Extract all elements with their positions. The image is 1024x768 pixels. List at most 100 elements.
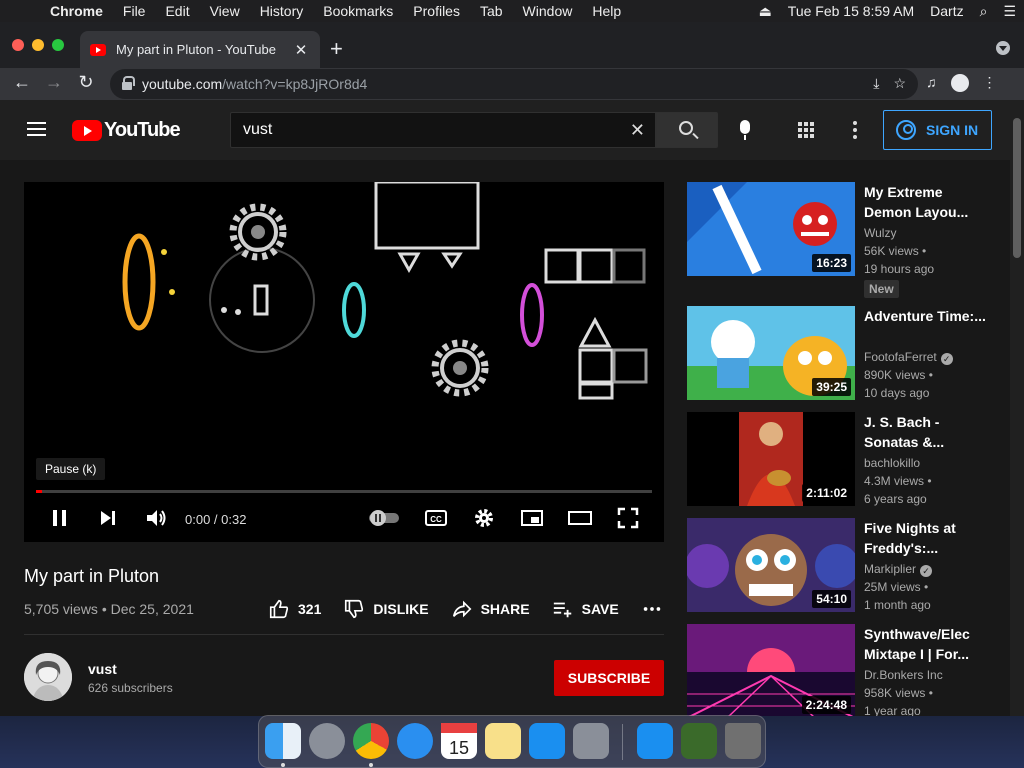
profile-avatar-icon[interactable] [950, 74, 969, 92]
search-input[interactable] [243, 121, 613, 139]
rec-title[interactable]: Adventure Time:... [864, 306, 988, 326]
dislike-button[interactable]: DISLIKE [343, 598, 429, 620]
rec-channel[interactable]: Wulzy [864, 226, 896, 240]
rec-duration: 54:10 [812, 590, 851, 608]
finder-icon[interactable] [265, 723, 301, 759]
theater-mode-icon[interactable] [568, 506, 592, 530]
rec-duration: 2:11:02 [802, 484, 851, 502]
forward-arrow-icon[interactable]: → [42, 72, 66, 93]
share-label: SHARE [480, 601, 530, 617]
rec-views: 958K views • [864, 686, 933, 700]
tab-search-chevron-icon[interactable] [996, 41, 1010, 55]
rec-channel[interactable]: bachlokillo [864, 456, 920, 470]
youtube-logo[interactable]: YouTube [72, 119, 181, 142]
app-store-folder-icon[interactable] [637, 723, 673, 759]
channel-avatar[interactable] [24, 653, 72, 701]
page-scrollbar[interactable] [1010, 100, 1024, 716]
calendar-icon[interactable]: 15 [441, 723, 477, 759]
recommendation-item[interactable]: 2:11:02 J. S. Bach - Sonatas &... bachlo… [687, 412, 997, 508]
eject-icon[interactable]: ⏏ [751, 3, 780, 20]
tab-close-icon[interactable]: ✕ [292, 41, 310, 59]
scrollbar-thumb[interactable] [1013, 118, 1021, 258]
chrome-menu-icon[interactable]: ⋮ [983, 74, 997, 92]
window-zoom-icon[interactable] [52, 39, 64, 51]
menu-edit[interactable]: Edit [155, 3, 199, 19]
rec-thumbnail[interactable]: 2:24:48 [687, 624, 855, 716]
browser-tab-active[interactable]: My part in Pluton - YouTube ✕ [80, 31, 320, 68]
rec-channel[interactable]: FootofaFerret ✓ [864, 350, 953, 365]
safari-compass-icon[interactable] [397, 723, 433, 759]
trash-icon[interactable] [725, 723, 761, 759]
system-preferences-gear-icon[interactable] [573, 723, 609, 759]
menu-history[interactable]: History [250, 3, 314, 19]
subscribe-button[interactable]: SUBSCRIBE [554, 660, 664, 696]
rec-thumbnail[interactable]: 54:10 [687, 518, 855, 612]
recommendation-item[interactable]: 16:23 My Extreme Demon Layou... Wulzy 56… [687, 182, 997, 278]
menubar-clock[interactable]: Tue Feb 15 8:59 AM [780, 3, 922, 19]
menu-tab[interactable]: Tab [470, 3, 513, 19]
next-video-icon[interactable] [96, 506, 120, 530]
channel-name[interactable]: vust [88, 661, 117, 677]
recommendation-item[interactable]: 2:24:48 Synthwave/Elec Mixtape I | For..… [687, 624, 997, 716]
menubar-user[interactable]: Dartz [922, 3, 971, 19]
recommendation-item[interactable]: 39:25 Adventure Time:... FootofaFerret ✓ … [687, 306, 997, 402]
window-close-icon[interactable] [12, 39, 24, 51]
menu-view[interactable]: View [200, 3, 250, 19]
rec-channel[interactable]: Dr.Bonkers Inc [864, 668, 943, 682]
app-store-icon[interactable] [529, 723, 565, 759]
save-button[interactable]: SAVE [552, 598, 619, 620]
spotlight-search-icon[interactable]: ⌕ [972, 3, 996, 20]
settings-gear-icon[interactable] [472, 506, 496, 530]
rec-title[interactable]: Synthwave/Elec Mixtape I | For... [864, 624, 988, 664]
rec-title[interactable]: Five Nights at Freddy's:... [864, 518, 988, 558]
settings-kebab-icon[interactable] [853, 121, 857, 139]
like-button[interactable]: 321 [268, 598, 321, 620]
progress-bar[interactable] [36, 490, 652, 493]
volume-icon[interactable] [144, 506, 168, 530]
rec-thumbnail[interactable]: 39:25 [687, 306, 855, 400]
video-player[interactable]: Pause (k) 0:00 / 0:32 CC [24, 182, 664, 542]
chrome-icon[interactable] [353, 723, 389, 759]
hamburger-menu-icon[interactable] [27, 122, 46, 136]
sign-in-button[interactable]: SIGN IN [883, 110, 992, 150]
video-meta: 5,705 views • Dec 25, 2021 [24, 601, 194, 617]
rec-age: 10 days ago [864, 386, 930, 400]
pause-icon[interactable] [48, 506, 72, 530]
rec-title[interactable]: My Extreme Demon Layou... [864, 182, 988, 222]
apps-grid-icon[interactable] [798, 122, 816, 138]
rec-channel[interactable]: Markiplier ✓ [864, 562, 933, 577]
launchpad-rocket-icon[interactable] [309, 723, 345, 759]
menu-profiles[interactable]: Profiles [403, 3, 470, 19]
miniplayer-icon[interactable] [520, 506, 544, 530]
recommendation-item[interactable]: 54:10 Five Nights at Freddy's:... Markip… [687, 518, 997, 614]
rec-thumbnail[interactable]: 16:23 [687, 182, 855, 276]
lock-icon[interactable] [122, 76, 135, 90]
window-minimize-icon[interactable] [32, 39, 44, 51]
new-tab-plus-icon[interactable]: + [330, 36, 343, 62]
address-bar[interactable]: youtube.com/watch?v=kp8JjROr8d4 ⤓ ☆ [110, 69, 918, 99]
bookmark-star-icon[interactable]: ☆ [893, 75, 906, 92]
fullscreen-icon[interactable] [616, 506, 640, 530]
menu-file[interactable]: File [113, 3, 156, 19]
rec-title[interactable]: J. S. Bach - Sonatas &... [864, 412, 988, 452]
share-button[interactable]: SHARE [451, 598, 530, 620]
clear-search-icon[interactable]: ✕ [630, 120, 645, 141]
microphone-icon[interactable] [740, 120, 750, 140]
notes-icon[interactable] [485, 723, 521, 759]
more-actions-button[interactable] [641, 598, 663, 620]
back-arrow-icon[interactable]: ← [10, 72, 34, 93]
menu-app-chrome[interactable]: Chrome [40, 3, 113, 19]
menu-window[interactable]: Window [513, 3, 583, 19]
media-controls-icon[interactable]: ♫ [926, 74, 937, 92]
subtitles-cc-icon[interactable]: CC [424, 506, 448, 530]
reload-icon[interactable]: ↻ [74, 72, 98, 93]
search-button[interactable] [656, 112, 718, 148]
install-app-icon[interactable]: ⤓ [873, 75, 879, 92]
menu-help[interactable]: Help [582, 3, 631, 19]
menu-bookmarks[interactable]: Bookmarks [313, 3, 403, 19]
control-center-icon[interactable]: ☰ [995, 3, 1024, 20]
rec-thumbnail[interactable]: 2:11:02 [687, 412, 855, 506]
autoplay-toggle-icon[interactable] [367, 506, 401, 530]
downloads-stack-icon[interactable] [681, 723, 717, 759]
youtube-page: YouTube ✕ SIGN IN [0, 100, 1010, 716]
